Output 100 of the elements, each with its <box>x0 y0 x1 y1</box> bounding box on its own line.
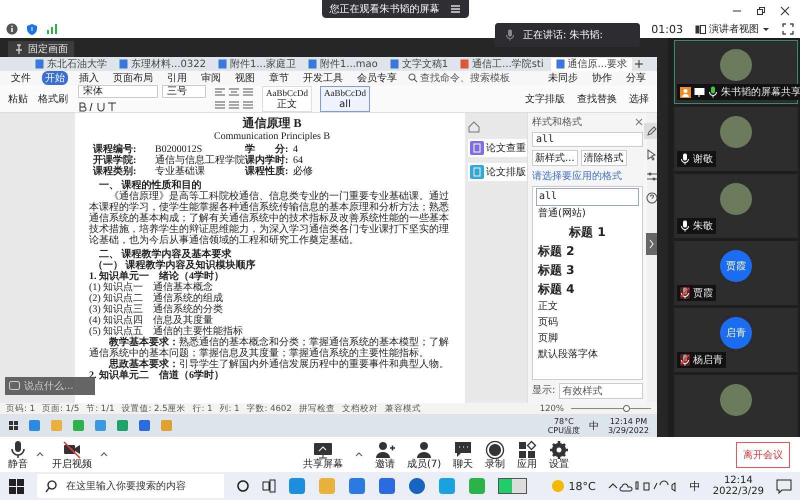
info-text: 学 分: <box>245 144 290 155</box>
app-icon[interactable] <box>288 477 306 495</box>
notification-icon[interactable] <box>776 478 792 494</box>
toolbar-button[interactable]: 开启视频 <box>52 440 92 470</box>
document-tab[interactable]: 通信原...要求 <box>550 58 632 70</box>
toolbar-button[interactable]: 聊天 <box>453 440 474 470</box>
menu-tab[interactable]: 插入 <box>76 71 102 85</box>
menu-tab[interactable]: 章节 <box>266 71 292 85</box>
side-tool-button[interactable]: 论文查重 <box>468 139 528 157</box>
add-person-icon <box>375 440 395 460</box>
menu-tab[interactable]: 视图 <box>232 71 258 85</box>
style-list-item[interactable]: 默认段落字体 <box>536 347 639 363</box>
pin-tooltip[interactable]: 固定画面 <box>8 41 74 57</box>
menu-tab[interactable]: 开发工具 <box>300 71 346 85</box>
fullscreen-icon[interactable] <box>782 23 794 35</box>
ribbon-button[interactable]: 查找替换 <box>575 90 619 106</box>
menu-tab[interactable]: 审阅 <box>198 71 224 85</box>
show-select[interactable]: 有效样式 <box>559 383 643 399</box>
format-icons[interactable] <box>78 101 118 112</box>
app-icon[interactable] <box>28 419 41 432</box>
menu-icon[interactable] <box>450 4 460 14</box>
status-text: 列: 1 <box>220 402 240 414</box>
style-list-item[interactable]: 标题 1 <box>536 222 639 242</box>
panel-button[interactable]: 新样式... <box>532 150 578 166</box>
windows-icon[interactable] <box>8 478 25 494</box>
app-icon[interactable] <box>378 477 396 495</box>
caret-icon[interactable] <box>36 451 44 458</box>
style-gallery-item[interactable]: AaBbCcDd 正文 <box>262 86 312 112</box>
pen-icon[interactable] <box>644 123 657 139</box>
caret-icon[interactable] <box>100 451 108 458</box>
menu-tab[interactable]: 会员专享 <box>354 71 400 85</box>
toolbar-button[interactable]: 录制 <box>485 440 506 470</box>
style-list-item[interactable]: 页脚 <box>536 331 639 347</box>
menu-tab[interactable]: 页面布局 <box>110 71 156 85</box>
toolbar-button[interactable]: 静音 <box>8 440 28 470</box>
menu-action[interactable]: 未同步 <box>545 71 581 85</box>
menu-action[interactable]: 协作 <box>589 71 615 85</box>
toolbar-button[interactable]: 成员(7) <box>407 440 442 470</box>
style-list-item[interactable]: 正文 <box>536 299 639 315</box>
tray-icons[interactable] <box>608 479 678 493</box>
document-tab[interactable]: 东北石油大学 <box>30 58 112 70</box>
ribbon-button[interactable]: 文字排版 <box>523 90 567 106</box>
chat-input[interactable]: 说点什么... <box>5 377 95 395</box>
align-icons[interactable] <box>214 100 254 110</box>
home-icon[interactable] <box>468 121 480 133</box>
zoom-slider-thumb[interactable] <box>623 405 630 412</box>
ribbon-button[interactable]: 粘贴 <box>6 90 30 106</box>
toolbar-button[interactable]: 邀请 <box>375 440 395 470</box>
cursor-icon[interactable] <box>646 149 657 161</box>
font-select[interactable]: 宋体 <box>78 85 158 98</box>
app-icon[interactable] <box>348 477 366 495</box>
toolbar-button[interactable]: 共享屏幕 <box>303 440 343 470</box>
windows-icon[interactable] <box>8 420 19 431</box>
document-tab[interactable]: 通信工...学院sti <box>455 58 549 70</box>
toolbar-button[interactable]: 应用 <box>517 440 538 470</box>
document-tab[interactable]: 文字文稿1 <box>384 58 454 70</box>
view-button[interactable]: 演讲者视图 <box>695 22 770 36</box>
menu-action[interactable]: 分享 <box>623 71 649 85</box>
list-item: (5) 知识点五 通信的主要性能指标 <box>89 326 244 337</box>
leave-meeting-button[interactable]: 离开会议 <box>736 442 790 468</box>
document-tab[interactable]: 附件1...mao <box>302 58 383 70</box>
app-icon[interactable] <box>408 477 426 495</box>
info-icon[interactable] <box>6 23 18 35</box>
style-list-item[interactable]: 普通(网站) <box>536 206 639 222</box>
paragraph-icons[interactable] <box>214 87 254 97</box>
ribbon-button[interactable]: 选择 <box>627 90 651 106</box>
style-list-item[interactable]: 标题 4 <box>536 280 639 299</box>
sliders-icon[interactable] <box>646 171 657 182</box>
style-list-item[interactable]: 页码 <box>536 315 639 331</box>
style-list-item[interactable]: 标题 3 <box>536 261 639 280</box>
collapse-icon[interactable] <box>646 233 657 255</box>
panel-button[interactable]: 清除格式 <box>580 150 627 166</box>
input-method[interactable]: 中 <box>588 418 599 432</box>
menu-tab[interactable]: 文件 <box>8 71 34 85</box>
command-search-field[interactable]: 查找命令、搜索模板 <box>408 71 510 85</box>
size-select[interactable]: 三号 <box>162 85 206 98</box>
info-text: 课内学时: <box>245 155 290 166</box>
taskbar-search-field[interactable]: 在这里输入你要搜索的内容 <box>37 474 224 498</box>
shield-icon[interactable] <box>26 23 38 35</box>
task-view-icon[interactable] <box>262 479 276 493</box>
app-icon[interactable] <box>138 419 151 432</box>
input-method[interactable]: 中 <box>690 478 701 494</box>
chat-icon <box>9 381 20 391</box>
side-tool-button[interactable]: 论文排版 <box>468 163 528 181</box>
add-tab-icon[interactable] <box>634 59 644 69</box>
menu-tab[interactable]: 引用 <box>164 71 190 85</box>
banner-text: 您正在观看朱书韬的屏幕 <box>330 2 440 16</box>
style-list-item[interactable]: all <box>536 188 639 206</box>
help-icon[interactable] <box>646 192 657 204</box>
toolbar-button[interactable]: 设置 <box>549 440 570 470</box>
caret-icon[interactable] <box>355 451 363 458</box>
style-list-item[interactable]: 标题 2 <box>536 242 639 261</box>
style-gallery-item[interactable]: AaBbCcDd all <box>320 86 370 112</box>
style-select[interactable]: all <box>532 132 643 147</box>
close-icon[interactable] <box>780 6 790 16</box>
document-tab[interactable]: 东理材料...0322 <box>114 58 211 70</box>
ribbon-button[interactable]: 格式刷 <box>36 90 70 106</box>
restore-icon[interactable] <box>756 6 766 16</box>
document-tab[interactable]: 附件1...家庭卫 <box>213 58 301 70</box>
menu-tab[interactable]: 开始 <box>42 71 68 85</box>
